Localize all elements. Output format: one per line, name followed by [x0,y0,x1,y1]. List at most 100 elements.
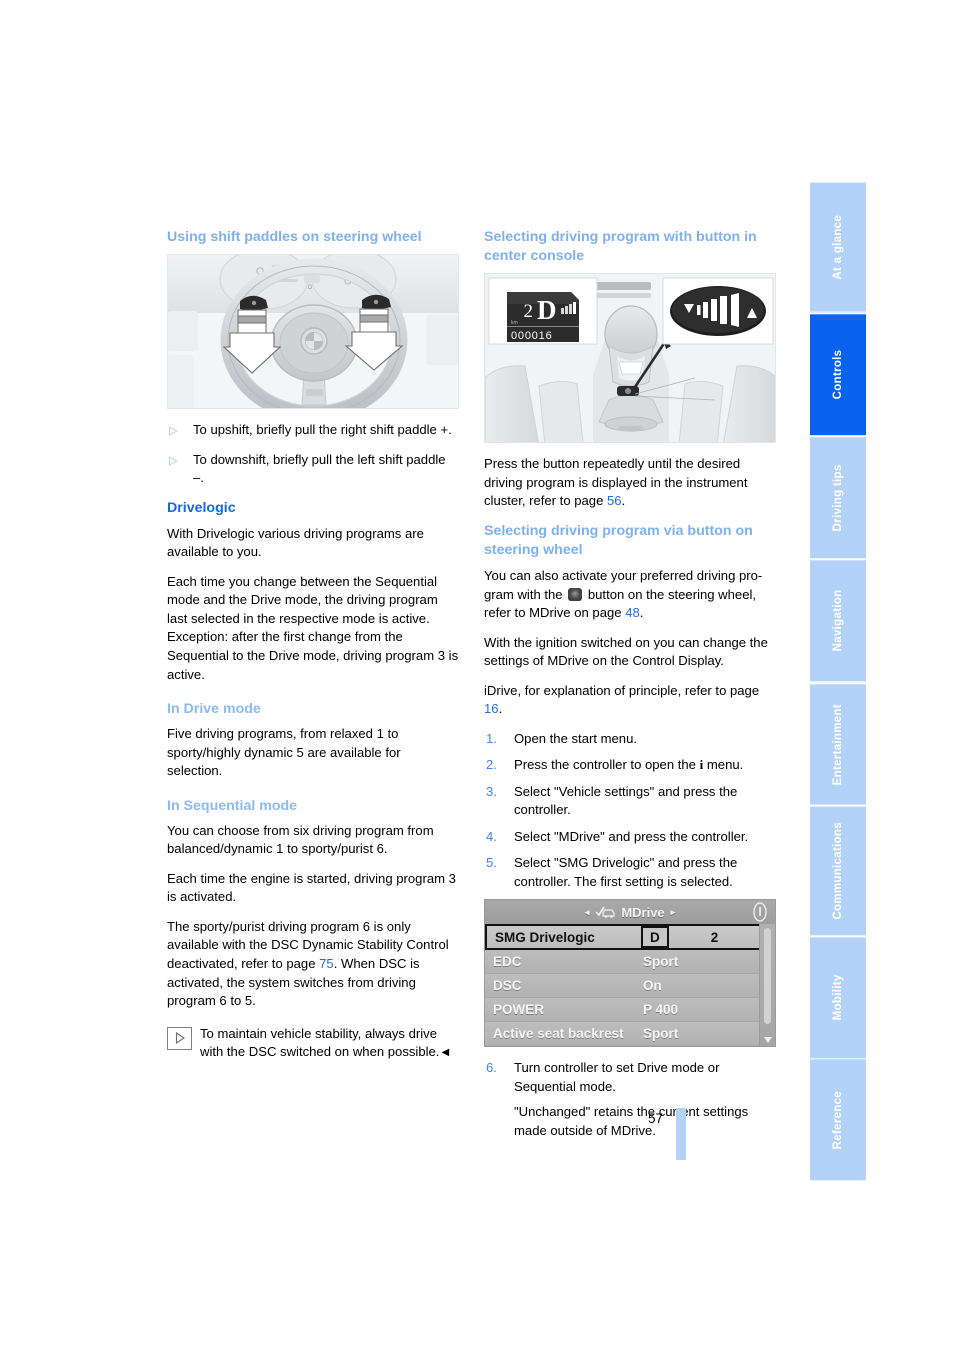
setting-mode-value[interactable]: D [641,926,669,949]
page-reference-link[interactable]: 48 [625,605,640,620]
step-continuation-text: "Unchanged" retains the current settings… [514,1104,749,1138]
mdrive-row-active-seat-backrest[interactable]: Active seat backrest Sport [485,1022,775,1047]
page-reference-link[interactable]: 16 [484,701,499,716]
sidebar-tab-label: Driving tips [832,464,844,531]
paragraph-press-button: Press the button repeatedly until the de… [484,456,748,509]
paragraph-drive-mode: Five driving programs, from relaxed 1 to… [167,726,401,779]
vehicle-settings-check-icon [595,906,615,919]
paragraph-sequential-3: The sporty/purist driving program 6 is o… [167,918,459,1011]
sidebar-tab-mobility[interactable]: Mobility [810,935,866,1059]
list-item: ▷ To upshift, briefly pull the right shi… [167,421,459,440]
mdrive-row-dsc[interactable]: DSC On [485,974,775,999]
svg-text:D: D [308,285,313,291]
heading-in-sequential-mode: In Sequential mode [167,797,298,814]
setting-label: DSC [493,978,522,994]
center-console-graphic: 2 D km 000016 000016 [485,274,775,443]
setting-label: POWER [493,1002,545,1018]
setting-value: Sport [643,1026,679,1042]
page-number: 57 [648,1111,664,1126]
sidebar-tab-controls[interactable]: Controls [810,311,866,435]
page-number-bar [676,1108,686,1160]
chapter-tab-sidebar: At a glance Controls Driving tips Naviga… [810,181,866,1181]
mdrive-setup-steps-continued: 6. Turn controller to set Drive mode or … [484,1059,776,1140]
setting-value: P 400 [643,1002,679,1018]
step-number: 5. [486,855,497,871]
sidebar-tab-label: Controls [832,349,844,400]
manual-page: At a glance Controls Driving tips Naviga… [0,0,954,1351]
heading-using-shift-paddles: Using shift paddles on steering wheel [167,229,422,245]
bullet-text: To upshift, briefly pull the right shift… [193,422,452,438]
center-console-illustration: 2 D km 000016 000016 [484,273,776,444]
step-text: Select "MDrive" and press the controller… [514,828,749,844]
step-text: menu. [703,757,744,773]
mdrive-setup-steps: 1. Open the start menu. 2. Press the cont… [484,730,776,892]
figure-mdrive-screen: ◂ MDrive ▸ SMG Drivelogic D 2 EDC Sport … [484,899,776,1048]
svg-text:km: km [511,320,518,326]
sidebar-tab-label: Entertainment [832,703,844,785]
sidebar-tab-at-a-glance[interactable]: At a glance [810,181,866,312]
scroll-down-arrow-icon[interactable] [764,1037,772,1044]
paragraph-idrive: iDrive, for explanation of principle, re… [484,682,760,717]
sidebar-tab-entertainment[interactable]: Entertainment [810,681,866,805]
step-number: 1. [486,730,497,746]
paragraph-activate-program: You can also activate your preferred dri… [484,568,763,621]
step-text: Turn controller to set Drive mode or Seq… [514,1060,720,1094]
setting-value: Sport [643,954,679,970]
mdrive-settings-list: SMG Drivelogic D 2 EDC Sport DSC On POWE… [485,924,775,1047]
list-item-step-3: 3. Select "Vehicle settings" and press t… [484,783,776,820]
scrollbar-thumb[interactable] [764,928,771,1025]
svg-text:D: D [537,295,557,325]
mdrive-row-edc[interactable]: EDC Sport [485,950,775,975]
step-text: Select "SMG Drivelogic" and press the co… [514,855,738,889]
mdrive-scrollbar[interactable] [759,924,775,1047]
right-column: Selecting driving program with button in… [484,228,776,1149]
steering-wheel-illustration: D [167,254,459,410]
sidebar-tab-label: Reference [832,1090,844,1149]
step-number: 6. [486,1060,497,1076]
next-arrow-icon[interactable]: ▸ [671,907,676,918]
note-end-marker: ◀ [441,1047,450,1059]
step-text: Select "Vehicle settings" and press the … [514,783,738,818]
safety-note: To maintain vehicle stability, always dr… [167,1025,459,1062]
bullet-text: To downshift, briefly pull the left shif… [193,451,446,486]
setting-label: SMG Drivelogic [495,929,595,945]
drivelogic-button-closeup [670,286,766,337]
sidebar-tab-label: At a glance [832,214,844,280]
paragraph-sequential-1: You can choose from six driving program … [167,822,434,857]
step-text: Open the start menu. [514,730,638,746]
info-icon[interactable] [751,902,769,925]
sidebar-tab-navigation[interactable]: Navigation [810,558,866,682]
list-item-step-1: 1. Open the start menu. [484,730,776,749]
sidebar-tab-communications[interactable]: Communications [810,804,866,936]
steering-wheel-graphic: D [168,255,458,409]
paragraph-drivelogic-1: With Drivelogic various driving programs… [167,525,424,560]
heading-selecting-program-steering-wheel: Selecting driving program via button on … [484,522,753,559]
left-column: Using shift paddles on steering wheel D … [167,228,459,1062]
mdrive-row-smg-drivelogic[interactable]: SMG Drivelogic D 2 [485,924,775,951]
step-number: 2. [486,757,497,773]
list-item-step-5: 5. Select "SMG Drivelogic" and press the… [484,854,776,891]
step-number: 3. [486,783,497,799]
prev-arrow-icon[interactable]: ◂ [585,907,590,918]
setting-label: Active seat backrest [493,1026,624,1042]
safety-note-text: To maintain vehicle stability, always dr… [200,1025,450,1060]
gear-display-badge: 2 D km 000016 000016 [507,292,579,343]
sidebar-tab-label: Navigation [832,589,844,652]
shift-paddle-instructions: ▷ To upshift, briefly pull the right shi… [167,421,459,488]
mdrive-button-icon [568,587,583,601]
heading-drivelogic: Drivelogic [167,499,236,516]
step-number: 4. [486,828,497,844]
warning-triangle-icon [167,1026,192,1050]
paragraph-sequential-2: Each time the engine is started, driving… [167,870,456,905]
setting-value: On [643,978,662,994]
setting-label: EDC [493,954,522,970]
page-reference-link[interactable]: 56 [607,493,622,508]
figure-steering-wheel: D [167,254,459,410]
mdrive-row-power[interactable]: POWER P 400 [485,998,775,1023]
heading-selecting-program-center-console: Selecting driving program with button in… [484,229,757,265]
step-text: Press the controller to open the [514,757,700,773]
sidebar-tab-reference[interactable]: Reference [810,1058,866,1181]
sidebar-tab-driving-tips[interactable]: Driving tips [810,434,866,559]
figure-center-console: 2 D km 000016 000016 [484,273,776,444]
page-reference-link[interactable]: 75 [319,956,334,971]
